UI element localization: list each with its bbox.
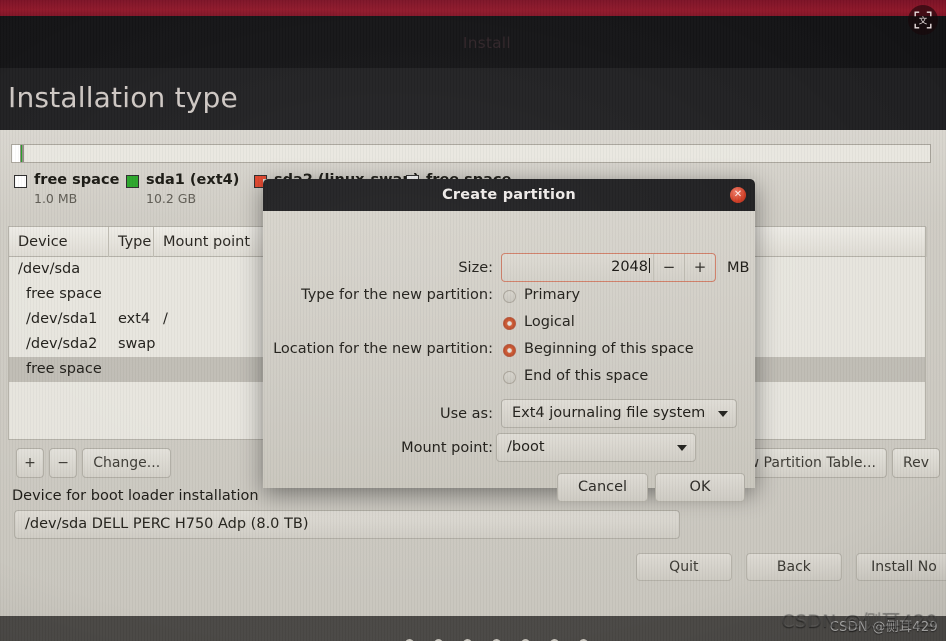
ok-button[interactable]: OK <box>655 473 745 502</box>
legend-item-size: 10.2 GB <box>146 191 197 206</box>
table-cell: swap <box>118 336 156 352</box>
window-title: Install <box>463 34 511 52</box>
size-unit-label: MB <box>727 260 750 276</box>
legend-item-size: 1.0 MB <box>34 191 78 206</box>
radio-beginning-label: Beginning of this space <box>524 341 694 357</box>
quit-button[interactable]: Quit <box>635 553 732 581</box>
remove-partition-button[interactable]: − <box>49 448 78 478</box>
wizard-nav: Quit Back Install No <box>627 553 946 585</box>
size-value: 2048 <box>611 259 648 275</box>
create-partition-dialog: Create partition ✕ Size: 2048 − + MB Typ… <box>263 179 755 502</box>
revert-button[interactable]: Rev <box>892 448 940 478</box>
table-cell: free space <box>26 286 102 302</box>
partition-location-label: Location for the new partition: <box>273 341 493 357</box>
translate-icon[interactable]: 文 <box>908 5 938 35</box>
table-column-header[interactable]: Device <box>9 227 109 257</box>
partition-type-label: Type for the new partition: <box>301 287 493 303</box>
table-cell: /dev/sda <box>18 261 81 277</box>
use-as-value: Ext4 journaling file system <box>512 405 706 421</box>
table-cell: ext4 <box>118 311 151 327</box>
screenshot-root: Install Installation type free space 1.0 … <box>0 0 946 641</box>
radio-dot-icon <box>503 290 516 303</box>
partition-table-toolbar: + − Change... <box>16 448 172 478</box>
radio-primary-label: Primary <box>524 287 581 303</box>
change-partition-button[interactable]: Change... <box>82 448 172 478</box>
size-increment-button[interactable]: + <box>684 254 715 281</box>
window-titlebar: Install <box>0 16 946 68</box>
radio-end-label: End of this space <box>524 368 649 384</box>
back-button[interactable]: Back <box>745 553 842 581</box>
dialog-titlebar: Create partition ✕ <box>263 179 755 211</box>
radio-logical-label: Logical <box>524 314 575 330</box>
boot-loader-label: Device for boot loader installation <box>12 488 259 504</box>
mount-point-label: Mount point: <box>401 440 493 456</box>
use-as-select[interactable]: Ext4 journaling file system <box>501 399 737 428</box>
svg-text:文: 文 <box>919 16 928 27</box>
radio-dot-icon <box>503 371 516 384</box>
watermark-ghost: CSDN @侧耳429 <box>781 610 938 632</box>
radio-dot-icon <box>503 317 516 330</box>
install-now-button[interactable]: Install No <box>856 553 946 581</box>
table-column-header[interactable]: Type <box>109 227 154 257</box>
table-cell: free space <box>26 361 102 377</box>
use-as-label: Use as: <box>439 406 493 422</box>
size-spinner[interactable]: 2048 − + <box>501 253 716 282</box>
legend-color-swatch-icon <box>14 175 27 188</box>
boot-loader-device-select[interactable]: /dev/sda DELL PERC H750 Adp (8.0 TB) <box>14 510 680 539</box>
table-cell: /dev/sda2 <box>26 336 98 352</box>
page-title: Installation type <box>8 81 238 114</box>
dialog-title: Create partition <box>442 187 576 203</box>
progress-dots <box>405 633 608 641</box>
table-cell: /dev/sda1 <box>26 311 98 327</box>
table-cell: / <box>163 311 168 327</box>
legend-color-swatch-icon <box>126 175 139 188</box>
mount-point-select[interactable]: /boot <box>496 433 696 462</box>
size-label: Size: <box>458 260 493 276</box>
cancel-button[interactable]: Cancel <box>557 473 648 502</box>
text-caret <box>649 258 650 273</box>
dialog-body: Size: 2048 − + MB Type for the new parti… <box>263 211 755 502</box>
add-partition-button[interactable]: + <box>16 448 44 478</box>
mount-point-value: /boot <box>507 439 545 455</box>
legend-item-name: free space <box>34 172 120 188</box>
page-header: Installation type <box>0 68 946 130</box>
size-decrement-button[interactable]: − <box>653 254 684 281</box>
legend-item-name: sda1 (ext4) <box>146 172 240 188</box>
chevron-down-icon <box>718 411 728 417</box>
close-icon[interactable]: ✕ <box>730 187 746 203</box>
size-input[interactable]: 2048 <box>502 254 653 281</box>
partition-bar-segment[interactable] <box>23 145 930 162</box>
chevron-down-icon <box>677 445 687 451</box>
table-column-header[interactable]: Mount point <box>154 227 266 257</box>
partition-usage-bar[interactable] <box>11 144 931 163</box>
watermark: CSDN @侧耳429 CSDN @侧耳429 <box>781 610 938 635</box>
partition-bar-segment[interactable] <box>12 145 22 162</box>
radio-dot-icon <box>503 344 516 357</box>
